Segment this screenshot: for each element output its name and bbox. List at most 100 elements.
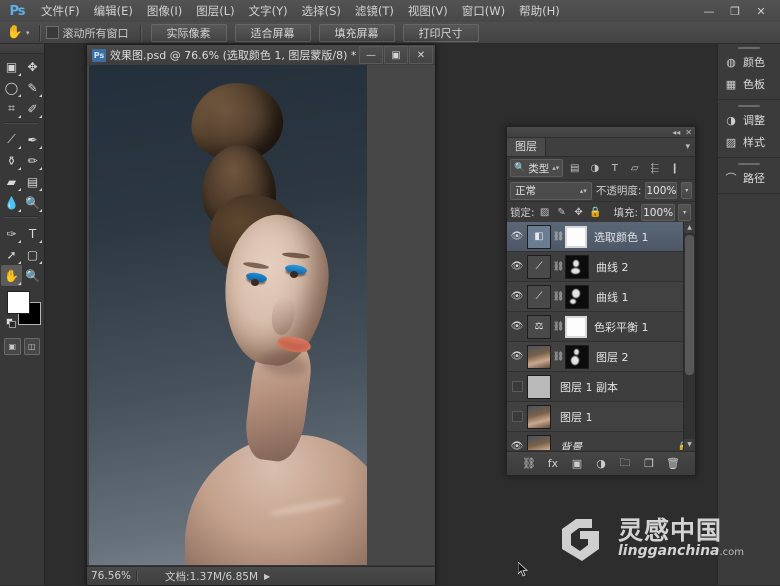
dock-color[interactable]: ◍ 颜色 <box>718 51 780 73</box>
fill-stepper[interactable]: ▾ <box>678 204 692 221</box>
layer-filter-kind-select[interactable]: 🔍 类型 ▴▾ <box>510 159 564 177</box>
history-brush-tool[interactable]: ✏ <box>22 150 43 171</box>
standard-screen-mode-button[interactable]: ▣ <box>4 338 21 355</box>
menu-select[interactable]: 选择(S) <box>295 0 348 22</box>
layer-name[interactable]: 背景 <box>560 439 582 451</box>
blur-tool[interactable]: 💧 <box>1 192 22 213</box>
pen-tool[interactable]: ✑ <box>1 223 22 244</box>
dock-grip-2[interactable] <box>718 102 780 109</box>
layer-mask-thumbnail[interactable] <box>565 254 589 279</box>
scroll-down-arrow-icon[interactable]: ▼ <box>684 439 695 450</box>
menu-type[interactable]: 文字(Y) <box>242 0 295 22</box>
hand-tool-icon[interactable]: ✋ <box>4 24 26 42</box>
menu-file[interactable]: 文件(F) <box>34 0 87 22</box>
layer-visibility-toggle[interactable]: 👁 <box>507 312 527 341</box>
menu-layer[interactable]: 图层(L) <box>189 0 241 22</box>
layer-visibility-toggle[interactable]: 👁 <box>507 432 527 450</box>
delete-layer-button[interactable]: 🗑 <box>665 456 681 472</box>
layer-link-icon[interactable]: ⛓ <box>553 232 564 242</box>
dock-grip-3[interactable] <box>718 160 780 167</box>
new-group-button[interactable]: 🗀 <box>617 456 633 472</box>
fill-value[interactable]: 100% <box>641 204 676 221</box>
dock-adjustments[interactable]: ◑ 调整 <box>718 109 780 131</box>
quick-selection-tool[interactable]: ✎ <box>22 77 43 98</box>
layer-visibility-toggle[interactable] <box>507 402 527 431</box>
document-close-button[interactable]: ✕ <box>409 46 433 64</box>
table-row[interactable]: 👁 ⟋ ⛓ 曲线 1 <box>507 282 695 312</box>
layer-name[interactable]: 图层 1 <box>560 409 593 425</box>
clone-stamp-tool[interactable]: ⚱ <box>1 150 22 171</box>
type-tool[interactable]: T <box>22 223 43 244</box>
layer-name[interactable]: 图层 1 副本 <box>560 379 618 395</box>
layer-thumbnail[interactable] <box>527 434 551 450</box>
layer-style-button[interactable]: fx <box>545 456 561 472</box>
layer-visibility-toggle[interactable]: 👁 <box>507 222 527 251</box>
scroll-up-arrow-icon[interactable]: ▲ <box>684 222 695 233</box>
menu-image[interactable]: 图像(I) <box>140 0 189 22</box>
close-icon[interactable]: ✕ <box>685 128 692 137</box>
panel-menu-icon[interactable]: ▾ <box>685 142 695 152</box>
layer-link-icon[interactable]: ⛓ <box>553 352 564 362</box>
foreground-color-swatch[interactable] <box>7 291 30 314</box>
layer-visibility-toggle[interactable]: 👁 <box>507 252 527 281</box>
layer-name[interactable]: 曲线 1 <box>596 289 629 305</box>
hand-tool[interactable]: ✋ <box>1 265 22 286</box>
blend-mode-select[interactable]: 正常 ▴▾ <box>510 181 592 200</box>
table-row[interactable]: 图层 1 副本 <box>507 372 695 402</box>
new-adjustment-layer-button[interactable]: ◑ <box>593 456 609 472</box>
scrollbar-thumb[interactable] <box>685 235 694 375</box>
filter-adjustment-icon[interactable]: ◑ <box>586 160 603 176</box>
new-layer-button[interactable]: ❐ <box>641 456 657 472</box>
table-row[interactable]: 👁 ⚖ ⛓ 色彩平衡 1 <box>507 312 695 342</box>
layer-name[interactable]: 色彩平衡 1 <box>594 319 649 335</box>
table-row[interactable]: 👁 ◧ ⛓ 选取颜色 1 <box>507 222 695 252</box>
lock-all-icon[interactable]: 🔒 <box>589 206 603 220</box>
table-row[interactable]: 👁 ⟋ ⛓ 曲线 2 <box>507 252 695 282</box>
dock-grip-1[interactable] <box>718 44 780 51</box>
move-tool[interactable]: ✥ <box>22 56 43 77</box>
menu-edit[interactable]: 编辑(E) <box>87 0 140 22</box>
layer-thumbnail[interactable] <box>527 374 551 399</box>
eyedropper-tool[interactable]: ✐ <box>22 98 43 119</box>
image-canvas[interactable] <box>89 65 367 565</box>
layer-thumbnail[interactable]: ⚖ <box>527 314 551 339</box>
document-minimize-button[interactable]: — <box>359 46 383 64</box>
zoom-level[interactable]: 76.56% <box>91 570 131 582</box>
lock-image-pixels-icon[interactable]: ✎ <box>555 206 569 220</box>
collapse-icon[interactable]: ◂◂ <box>672 128 680 137</box>
layer-mask-thumbnail[interactable] <box>565 225 587 248</box>
dock-swatches[interactable]: ▦ 色板 <box>718 73 780 95</box>
layer-thumbnail[interactable]: ◧ <box>527 224 551 249</box>
layer-mask-thumbnail[interactable] <box>565 284 589 309</box>
layer-visibility-toggle[interactable]: 👁 <box>507 342 527 371</box>
filter-type-icon[interactable]: T <box>606 160 623 176</box>
canvas-area[interactable] <box>87 65 435 565</box>
fit-screen-button[interactable]: 适合屏幕 <box>234 23 311 42</box>
close-button[interactable]: ✕ <box>748 2 774 20</box>
menu-filter[interactable]: 滤镜(T) <box>348 0 401 22</box>
lock-position-icon[interactable]: ✥ <box>572 206 586 220</box>
actual-pixels-button[interactable]: 实际像素 <box>150 23 227 42</box>
dock-styles[interactable]: ▨ 样式 <box>718 131 780 153</box>
layer-thumbnail[interactable] <box>527 404 551 429</box>
link-layers-button[interactable]: ⛓ <box>521 456 537 472</box>
lock-transparent-pixels-icon[interactable]: ▨ <box>538 206 552 220</box>
fill-screen-button[interactable]: 填充屏幕 <box>318 23 395 42</box>
layer-name[interactable]: 选取颜色 1 <box>594 229 649 245</box>
table-row[interactable]: 👁 ⛓ 图层 2 <box>507 342 695 372</box>
path-selection-tool[interactable]: ➚ <box>1 244 22 265</box>
filter-smart-object-icon[interactable]: ⬱ <box>646 160 663 176</box>
filter-toggle-icon[interactable]: ❙ <box>666 160 683 176</box>
dodge-tool[interactable]: 🔍 <box>22 192 43 213</box>
layer-visibility-toggle[interactable] <box>507 372 527 401</box>
filter-shape-icon[interactable]: ▱ <box>626 160 643 176</box>
layer-name[interactable]: 图层 2 <box>596 349 629 365</box>
menu-window[interactable]: 窗口(W) <box>455 0 512 22</box>
quick-mask-mode-button[interactable]: ◫ <box>23 338 40 355</box>
layer-visibility-toggle[interactable]: 👁 <box>507 282 527 311</box>
document-maximize-button[interactable]: ▣ <box>384 46 408 64</box>
layer-list[interactable]: 👁 ◧ ⛓ 选取颜色 1 👁 ⟋ ⛓ 曲线 2 👁 ⟋ ⛓ 曲线 1 👁 ⚖ ⛓… <box>507 222 695 450</box>
layer-link-icon[interactable]: ⛓ <box>553 262 564 272</box>
opacity-stepper[interactable]: ▾ <box>681 182 692 199</box>
default-colors-icon[interactable] <box>6 318 16 328</box>
